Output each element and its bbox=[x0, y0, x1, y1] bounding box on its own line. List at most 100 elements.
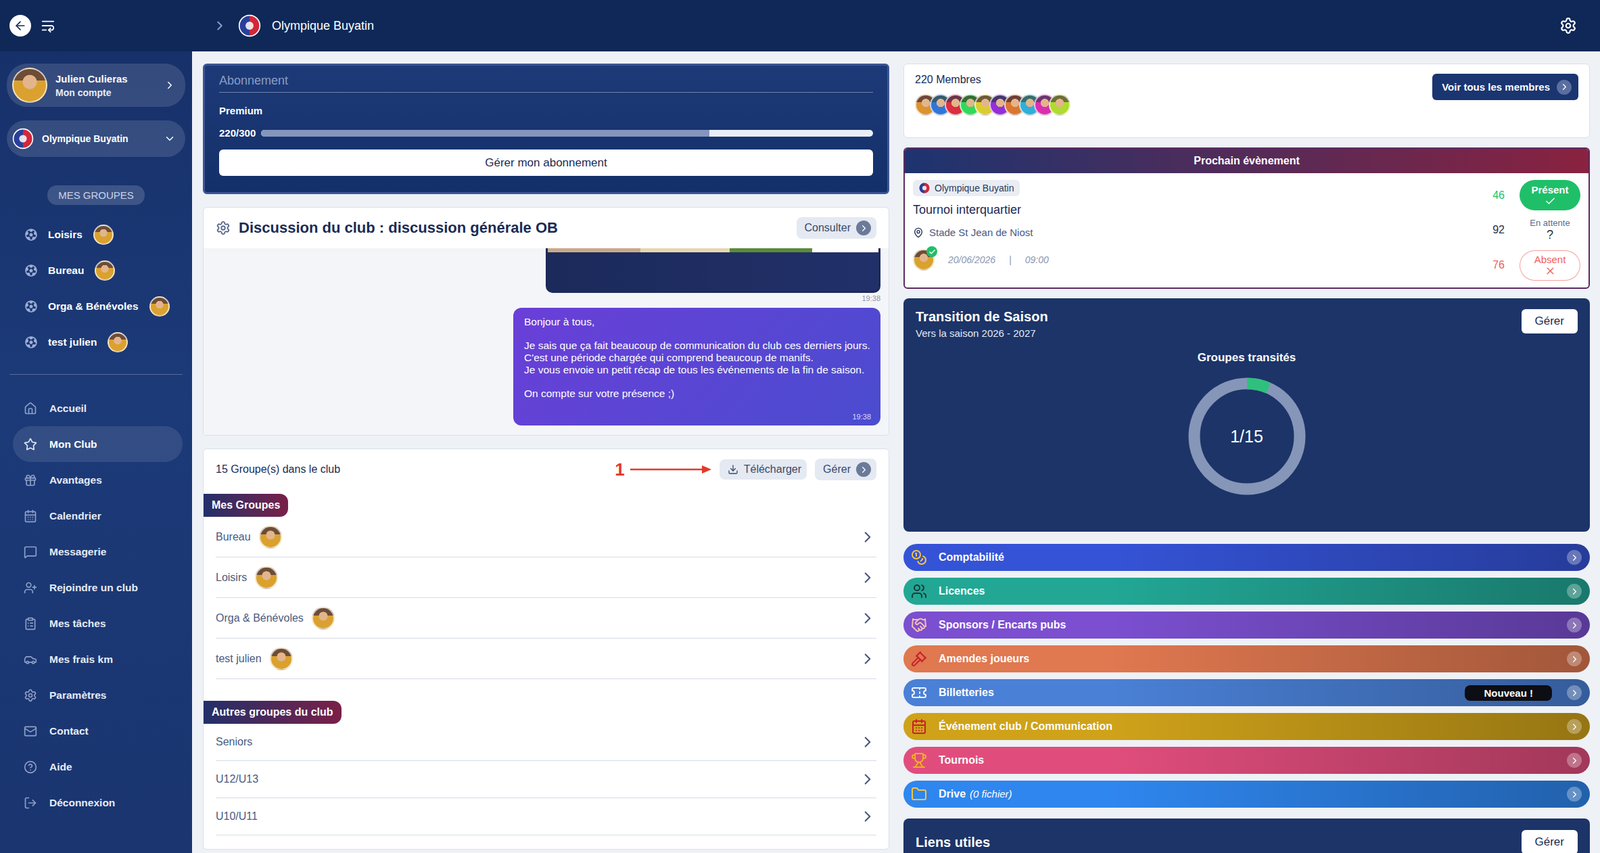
sidebar-group[interactable]: Loisirs bbox=[0, 216, 193, 253]
group-avatar bbox=[94, 260, 115, 281]
subscription-plan: Premium bbox=[219, 104, 874, 117]
nav-item[interactable]: Calendrier bbox=[12, 497, 183, 534]
member-avatar bbox=[1048, 93, 1071, 116]
club-selector[interactable]: Olympique Buyatin bbox=[6, 120, 186, 157]
nav-label: Rejoindre un club bbox=[49, 581, 138, 594]
settings-button[interactable] bbox=[1559, 16, 1578, 35]
links-manage-button[interactable]: Gérer bbox=[1521, 829, 1578, 853]
sidebar-group[interactable]: Orga & Bénévoles bbox=[0, 288, 193, 324]
club-logo-icon bbox=[12, 127, 34, 150]
group-row[interactable]: U12/U13 bbox=[215, 760, 877, 798]
sidebar-top bbox=[0, 0, 193, 52]
account-card[interactable]: Julien Culieras Mon compte bbox=[6, 63, 186, 107]
module-row[interactable]: Comptabilité bbox=[903, 543, 1590, 571]
download-button[interactable]: Télécharger bbox=[719, 459, 807, 480]
group-avatar bbox=[107, 332, 128, 353]
module-icon-box bbox=[907, 650, 931, 667]
annotation-number: 1 bbox=[614, 459, 625, 481]
sidebar-group[interactable]: Bureau bbox=[0, 252, 193, 289]
pending-button[interactable]: En attente? bbox=[1519, 215, 1581, 246]
confirmed-badge bbox=[926, 246, 938, 257]
groups-heading: MES GROUPES bbox=[47, 185, 145, 205]
group-avatar bbox=[259, 525, 282, 549]
arrow-dot bbox=[1566, 685, 1582, 700]
account-avatar bbox=[12, 67, 48, 103]
main: Olympique BuyatinAbonnementPremium220/30… bbox=[192, 0, 1600, 853]
module-row[interactable]: Événement club / Communication bbox=[903, 712, 1590, 740]
sidebar-group[interactable]: test julien bbox=[0, 323, 193, 360]
module-label: Amendes joueurs bbox=[938, 652, 1559, 665]
users-icon bbox=[910, 582, 928, 600]
module-row[interactable]: Licences bbox=[903, 577, 1590, 605]
nav-item[interactable]: Déconnexion bbox=[12, 784, 183, 821]
season-title: Transition de Saison bbox=[915, 309, 1049, 325]
module-label: Drive(0 fichier) bbox=[938, 787, 1559, 800]
chevron-right-icon bbox=[1569, 653, 1580, 665]
account-name: Julien Culieras bbox=[55, 73, 156, 85]
message-image[interactable] bbox=[545, 248, 881, 293]
nav-item[interactable]: Paramètres bbox=[12, 676, 183, 713]
event-title[interactable]: Tournoi interquartier bbox=[912, 202, 1485, 218]
response-label: En attente bbox=[1529, 217, 1570, 228]
nav-item[interactable]: Mes tâches bbox=[12, 605, 183, 642]
module-icon-box bbox=[907, 785, 931, 803]
manage-subscription-button[interactable]: Gérer mon abonnement bbox=[219, 149, 874, 176]
group-row[interactable]: U10/U11 bbox=[215, 797, 877, 836]
module-row[interactable]: BilletteriesNouveau ! bbox=[903, 678, 1590, 707]
group-row[interactable]: Loisirs bbox=[215, 557, 877, 598]
nav-item[interactable]: Accueil bbox=[12, 390, 183, 427]
calendar-icon bbox=[910, 718, 928, 735]
nav-item[interactable]: Avantages bbox=[12, 461, 183, 498]
message-line: Je vous envoie un petit récap de tous le… bbox=[524, 363, 872, 376]
arrow-dot bbox=[1566, 752, 1582, 768]
module-row[interactable]: Amendes joueurs bbox=[903, 645, 1590, 673]
chevron-right-icon bbox=[1569, 789, 1580, 800]
chevron-right-icon[interactable] bbox=[212, 18, 228, 34]
nav-item[interactable]: Mes frais km bbox=[12, 641, 183, 677]
arrow-dot bbox=[1566, 617, 1582, 633]
event-info: Olympique BuyatinTournoi interquartierSt… bbox=[912, 179, 1485, 281]
nav-label: Accueil bbox=[49, 402, 87, 415]
sidebar: Julien Culieras Mon compte Olympique Buyat… bbox=[0, 0, 193, 853]
nav-item[interactable]: Contact bbox=[12, 712, 183, 749]
module-row[interactable]: Tournois bbox=[903, 746, 1590, 774]
module-icon-box bbox=[907, 582, 931, 600]
nav-item[interactable]: Messagerie bbox=[12, 533, 183, 570]
all-members-button[interactable]: Voir tous les membres bbox=[1432, 73, 1579, 101]
discussion-title: Discussion du club : discussion générale… bbox=[238, 219, 789, 237]
group-row[interactable]: test julien bbox=[215, 638, 877, 679]
group-row[interactable]: Seniors bbox=[215, 723, 877, 761]
module-title: Drive bbox=[938, 787, 966, 800]
section-tag: Autres groupes du club bbox=[203, 700, 342, 724]
chevron-right-icon bbox=[858, 464, 869, 475]
module-icon-box bbox=[907, 751, 931, 769]
back-button[interactable] bbox=[9, 14, 32, 37]
star-icon bbox=[23, 437, 38, 452]
present-button[interactable]: Présent bbox=[1519, 179, 1581, 211]
account-subtitle: Mon compte bbox=[55, 87, 156, 99]
group-row[interactable]: Bureau bbox=[215, 516, 877, 558]
collapse-button[interactable] bbox=[40, 18, 56, 34]
manage-groups-button[interactable]: Gérer bbox=[814, 458, 877, 481]
group-row[interactable]: Orga & Bénévoles bbox=[215, 597, 877, 639]
groups-card: 15 Groupe(s) dans le club1TéléchargerGér… bbox=[202, 448, 890, 850]
chevron-right-icon bbox=[858, 770, 877, 788]
season-manage-button[interactable]: Gérer bbox=[1521, 309, 1578, 334]
absent-button[interactable]: Absent bbox=[1519, 250, 1581, 281]
nav-item[interactable]: Rejoindre un club bbox=[12, 569, 183, 606]
module-label: Licences bbox=[938, 584, 1559, 598]
season-header: Transition de SaisonVers la saison 2026 … bbox=[915, 309, 1578, 339]
nav-item[interactable]: Aide bbox=[12, 748, 183, 785]
module-row[interactable]: Drive(0 fichier) bbox=[903, 780, 1590, 808]
top-bar: Olympique Buyatin bbox=[192, 0, 1600, 52]
check-icon bbox=[928, 248, 936, 256]
consult-button[interactable]: Consulter bbox=[796, 217, 877, 239]
check-icon bbox=[1544, 195, 1557, 207]
nav-item[interactable]: Mon Club bbox=[12, 426, 183, 462]
module-label: Événement club / Communication bbox=[938, 720, 1559, 733]
app: Julien Culieras Mon compte Olympique Buyat… bbox=[0, 0, 1600, 853]
message-time: 19:38 bbox=[852, 412, 872, 422]
module-row[interactable]: Sponsors / Encarts pubs bbox=[903, 611, 1590, 639]
sidebar-group-label: Loisirs bbox=[48, 228, 83, 241]
module-title: Événement club / Communication bbox=[938, 720, 1113, 733]
